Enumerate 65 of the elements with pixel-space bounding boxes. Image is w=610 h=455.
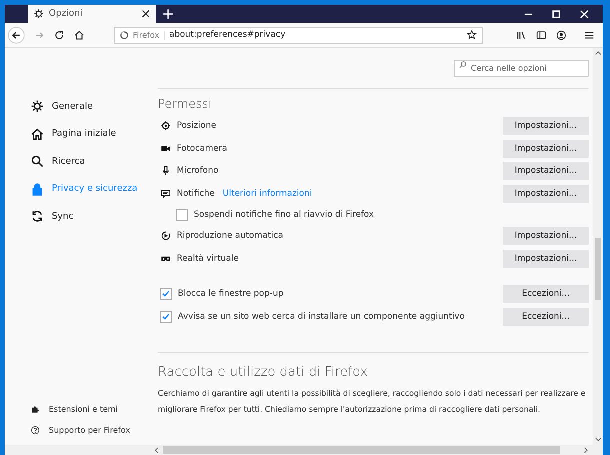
close-icon[interactable] — [142, 10, 150, 18]
sidebar-item[interactable]: Privacy e sicurezza — [31, 176, 158, 203]
identity-label: Firefox — [133, 30, 166, 40]
exceptions-button[interactable]: Eccezioni... — [503, 308, 589, 326]
permission-label: Fotocamera — [177, 144, 228, 154]
gear-icon — [34, 9, 44, 19]
sidebar-item[interactable]: Generale — [31, 93, 158, 120]
checkbox[interactable] — [160, 288, 172, 300]
play-icon — [161, 231, 171, 242]
scroll-up-icon[interactable] — [594, 50, 602, 56]
settings-button[interactable]: Impostazioni... — [503, 140, 589, 158]
section-title: Raccolta e utilizzo dati di Firefox — [158, 365, 369, 380]
home-icon — [31, 128, 44, 141]
permission-label: Realtà virtuale — [177, 254, 239, 264]
lock-icon — [31, 182, 44, 196]
checkbox-label: Blocca le finestre pop-up — [178, 289, 284, 300]
chat-icon — [161, 188, 171, 199]
permission-label: Microfono — [177, 166, 219, 176]
search-field[interactable]: Cerca nelle opzioni — [454, 60, 589, 77]
horizontal-scrollbar[interactable] — [5, 445, 603, 455]
star-icon[interactable] — [467, 30, 477, 40]
sync-icon — [31, 210, 44, 224]
vertical-scrollbar[interactable] — [593, 48, 603, 445]
search-icon — [31, 155, 44, 168]
permission-label: Posizione — [177, 121, 216, 132]
checkbox-label: Sospendi notifiche fino al riavvio di Firefox — [194, 210, 374, 220]
section-title: Permessi — [158, 97, 213, 111]
settings-button[interactable]: Impostazioni... — [503, 117, 589, 136]
location-icon — [161, 121, 171, 132]
help-icon — [31, 426, 40, 435]
checkbox[interactable] — [176, 209, 188, 221]
settings-button[interactable]: Impostazioni... — [503, 250, 589, 268]
firefox-logo-icon — [120, 30, 129, 40]
puzzle-icon — [31, 405, 40, 414]
url-text: about:preferences#privacy — [169, 30, 287, 40]
address-bar[interactable]: Firefox about:preferences#privacy — [114, 26, 483, 44]
sidebar-item[interactable]: Sync — [31, 203, 158, 230]
camera-icon — [161, 144, 171, 154]
back-icon[interactable] — [8, 26, 25, 44]
menu-icon[interactable] — [584, 30, 595, 40]
home-icon[interactable] — [74, 30, 85, 40]
scroll-left-icon[interactable] — [154, 446, 159, 454]
checkbox[interactable] — [160, 310, 172, 323]
settings-button[interactable]: Impostazioni... — [503, 162, 589, 180]
search-icon — [459, 60, 467, 68]
scroll-down-icon[interactable] — [594, 437, 602, 443]
exceptions-button[interactable]: Eccezioni... — [503, 285, 589, 304]
gear-icon — [31, 100, 44, 114]
new-tab-button[interactable]: + — [156, 5, 181, 23]
sidebar-item[interactable]: Ricerca — [31, 148, 158, 176]
reload-icon[interactable] — [54, 30, 65, 40]
permission-label: Notifiche — [177, 188, 215, 199]
settings-button[interactable]: Impostazioni... — [503, 184, 589, 203]
checkbox-label: Avvisa se un sito web cerca di installare un componente aggiuntivo — [178, 312, 465, 322]
maximize-icon[interactable] — [552, 10, 561, 18]
settings-button[interactable]: Impostazioni... — [503, 227, 589, 246]
account-icon[interactable] — [556, 30, 567, 40]
scroll-right-icon[interactable] — [584, 446, 589, 454]
sidebar-item[interactable]: Pagina iniziale — [31, 120, 158, 148]
sidebar-footer-link[interactable]: Estensioni e temi — [31, 403, 158, 416]
sidebar-footer-link[interactable]: Supporto per Firefox — [31, 424, 158, 437]
sidebar-icon[interactable] — [536, 30, 547, 40]
library-icon[interactable] — [516, 30, 527, 40]
mic-icon — [161, 166, 171, 176]
permission-label: Riproduzione automatica — [177, 231, 284, 242]
